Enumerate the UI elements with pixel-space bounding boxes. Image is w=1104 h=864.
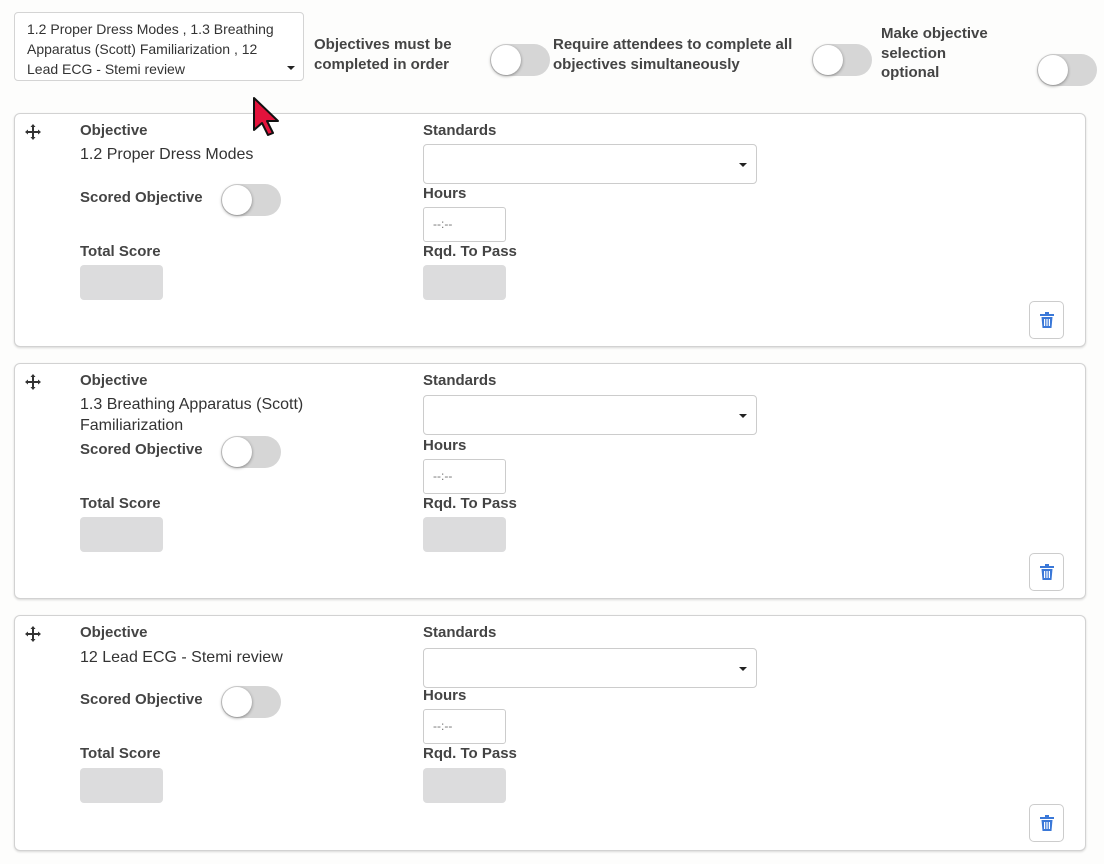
hours-input[interactable]: --:-- — [423, 709, 506, 744]
scored-objective-label: Scored Objective — [80, 441, 203, 458]
total-score-field — [80, 265, 163, 300]
objective-label: Objective — [80, 372, 148, 389]
objective-name: 12 Lead ECG - Stemi review — [80, 649, 283, 666]
total-score-field — [80, 517, 163, 552]
toggle-knob — [222, 687, 252, 717]
objectives-multiselect[interactable]: 1.2 Proper Dress Modes , 1.3 Breathing A… — [14, 12, 304, 81]
toggle-knob — [222, 437, 252, 467]
chevron-down-icon — [739, 414, 747, 418]
standards-label: Standards — [423, 624, 497, 641]
total-score-label: Total Score — [80, 495, 161, 512]
rqd-to-pass-field — [423, 517, 506, 552]
drag-handle-icon[interactable] — [25, 124, 41, 140]
scored-objective-toggle[interactable] — [221, 436, 281, 468]
toggle-knob — [813, 45, 843, 75]
trash-icon — [1040, 312, 1054, 328]
scored-objective-label: Scored Objective — [80, 189, 203, 206]
standards-label: Standards — [423, 122, 497, 139]
toggle-knob — [222, 185, 252, 215]
in-order-toggle[interactable] — [490, 44, 550, 76]
toggle-knob — [491, 45, 521, 75]
objective-card: Objective 12 Lead ECG - Stemi review Sco… — [14, 615, 1086, 851]
objectives-multiselect-value: 1.2 Proper Dress Modes , 1.3 Breathing A… — [27, 21, 274, 77]
hours-label: Hours — [423, 437, 467, 454]
simultaneous-label: Require attendees to complete all object… — [553, 36, 793, 73]
optional-label: Make objective selection optional — [881, 25, 988, 81]
standards-label: Standards — [423, 372, 497, 389]
hours-label: Hours — [423, 687, 467, 704]
standards-select[interactable] — [423, 144, 757, 184]
total-score-label: Total Score — [80, 243, 161, 260]
drag-handle-icon[interactable] — [25, 626, 41, 642]
scored-objective-toggle[interactable] — [221, 686, 281, 718]
total-score-field — [80, 768, 163, 803]
objective-label: Objective — [80, 122, 148, 139]
in-order-label: Objectives must be completed in order — [314, 36, 452, 73]
scored-objective-label: Scored Objective — [80, 691, 203, 708]
total-score-label: Total Score — [80, 745, 161, 762]
objective-name: 1.3 Breathing Apparatus (Scott) Familiar… — [80, 396, 304, 434]
hours-input[interactable]: --:-- — [423, 459, 506, 494]
trash-icon — [1040, 564, 1054, 580]
drag-handle-icon[interactable] — [25, 374, 41, 390]
rqd-to-pass-field — [423, 768, 506, 803]
objective-card: Objective 1.3 Breathing Apparatus (Scott… — [14, 363, 1086, 599]
chevron-down-icon — [287, 66, 295, 70]
trash-icon — [1040, 815, 1054, 831]
delete-objective-button[interactable] — [1029, 804, 1064, 842]
objective-card: Objective 1.2 Proper Dress Modes Scored … — [14, 113, 1086, 347]
chevron-down-icon — [739, 667, 747, 671]
standards-select[interactable] — [423, 648, 757, 688]
rqd-to-pass-label: Rqd. To Pass — [423, 243, 517, 260]
objective-name: 1.2 Proper Dress Modes — [80, 146, 254, 163]
delete-objective-button[interactable] — [1029, 553, 1064, 591]
scored-objective-toggle[interactable] — [221, 184, 281, 216]
hours-input[interactable]: --:-- — [423, 207, 506, 242]
rqd-to-pass-label: Rqd. To Pass — [423, 495, 517, 512]
rqd-to-pass-label: Rqd. To Pass — [423, 745, 517, 762]
chevron-down-icon — [739, 163, 747, 167]
objective-label: Objective — [80, 624, 148, 641]
rqd-to-pass-field — [423, 265, 506, 300]
optional-toggle[interactable] — [1037, 54, 1097, 86]
mouse-cursor-icon — [253, 97, 279, 136]
standards-select[interactable] — [423, 395, 757, 435]
hours-label: Hours — [423, 185, 467, 202]
delete-objective-button[interactable] — [1029, 301, 1064, 339]
simultaneous-toggle[interactable] — [812, 44, 872, 76]
toggle-knob — [1038, 55, 1068, 85]
